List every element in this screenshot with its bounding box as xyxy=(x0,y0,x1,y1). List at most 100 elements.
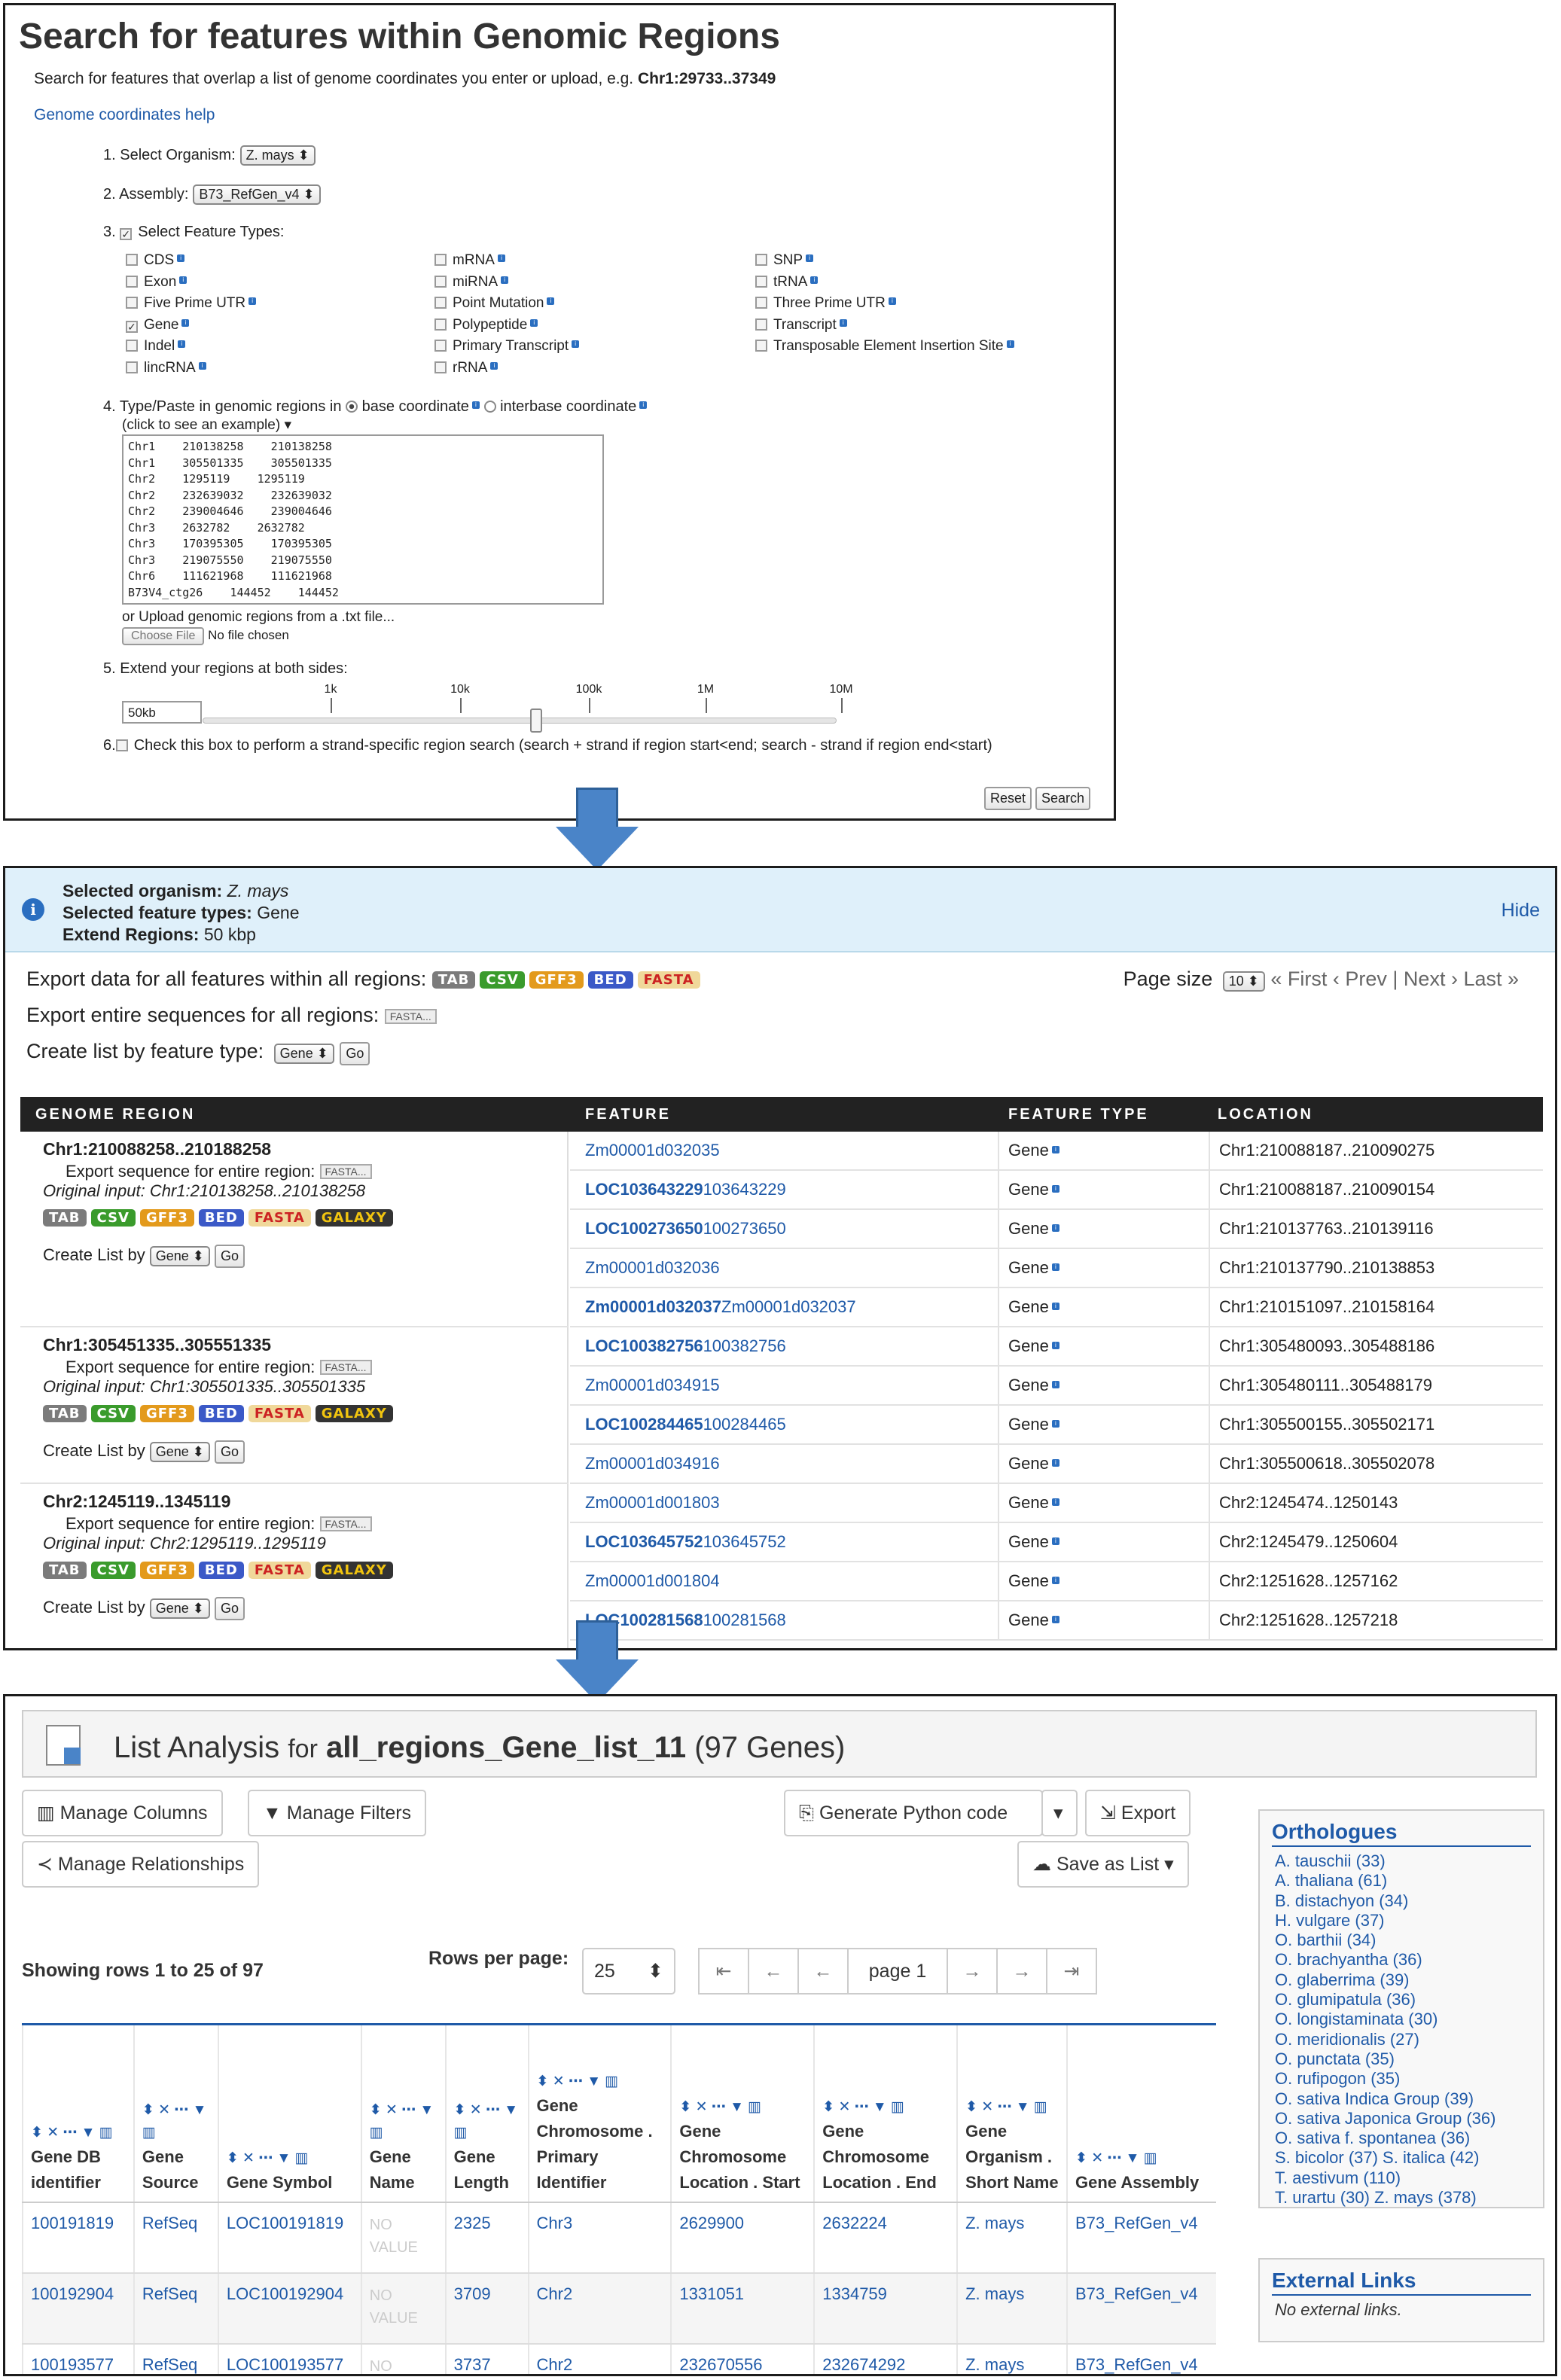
feature-link[interactable]: LOC100273650 100273650 xyxy=(585,1210,786,1248)
feature-type-polypeptide[interactable]: Polypeptide i xyxy=(434,317,538,334)
save-as-list-button[interactable]: ☁ Save as List ▾ xyxy=(1017,1841,1189,1888)
export-tab-button[interactable]: TAB xyxy=(431,971,476,989)
feature-type-mirna[interactable]: miRNA i xyxy=(434,274,509,291)
fasta-all-button[interactable]: FASTA... xyxy=(384,1009,437,1024)
table-cell[interactable]: B73_RefGen_v4 xyxy=(1066,2272,1216,2345)
slider-handle[interactable] xyxy=(530,709,542,733)
feature-link[interactable]: Zm00001d032037 Zm00001d032037 xyxy=(585,1288,856,1326)
info-icon[interactable]: i xyxy=(810,276,819,284)
feature-type-cds[interactable]: CDS i xyxy=(126,252,185,269)
feature-checkbox[interactable] xyxy=(126,297,138,309)
orthologue-link[interactable]: O. longistaminata (30) xyxy=(1275,2010,1528,2029)
go-button[interactable]: Go xyxy=(340,1042,370,1065)
orthologue-link[interactable]: O. sativa f. spontanea (36) xyxy=(1275,2129,1528,2148)
export-fasta-button[interactable]: FASTA xyxy=(248,1209,311,1227)
orthologue-link[interactable]: A. tauschii (33) xyxy=(1275,1851,1528,1871)
info-icon[interactable]: i xyxy=(1051,1498,1059,1506)
column-tools-icon[interactable]: ⬍ ✕ ⋯ ▼ ▥ xyxy=(965,2096,1059,2119)
column-tools-icon[interactable]: ⬍ ✕ ⋯ ▼ ▥ xyxy=(227,2147,353,2170)
col-feature[interactable]: FEATURE xyxy=(585,1097,671,1132)
info-icon[interactable]: i xyxy=(177,254,185,262)
export-galaxy-button[interactable]: GALAXY xyxy=(315,1209,393,1227)
prev-fast-button[interactable]: ← xyxy=(748,1948,799,1995)
feature-checkbox[interactable] xyxy=(434,361,447,373)
info-icon[interactable]: i xyxy=(501,276,509,284)
feature-checkbox[interactable] xyxy=(755,340,767,352)
orthologue-link[interactable]: B. distachyon (34) xyxy=(1275,1891,1528,1911)
feature-type-primary-transcript[interactable]: Primary Transcript i xyxy=(434,338,580,355)
feature-type-five-prime-utr[interactable]: Five Prime UTR i xyxy=(126,295,257,312)
extend-slider[interactable] xyxy=(203,718,837,724)
first-page-button[interactable]: ⇤ xyxy=(698,1948,749,1995)
generate-python-button[interactable]: ⎘ Generate Python code xyxy=(784,1790,1043,1836)
orthologue-link[interactable]: T. aestivum (110) xyxy=(1275,2168,1528,2188)
example-link[interactable]: (click to see an example) ▾ xyxy=(122,416,291,434)
feature-checkbox[interactable] xyxy=(755,254,767,266)
feature-type-snp[interactable]: SNP i xyxy=(755,252,814,269)
feature-link[interactable]: LOC103645752 103645752 xyxy=(585,1523,786,1561)
region-fasta-button[interactable]: FASTA... xyxy=(319,1360,372,1375)
info-icon[interactable]: i xyxy=(181,318,190,327)
table-cell[interactable]: 3737 xyxy=(444,2343,529,2374)
manage-filters-button[interactable]: ▼ Manage Filters xyxy=(248,1790,427,1836)
feature-type-transposable-element-insertion-site[interactable]: Transposable Element Insertion Site i xyxy=(755,338,1014,355)
search-button[interactable]: Search xyxy=(1035,787,1091,810)
table-cell[interactable]: 1334759 xyxy=(813,2272,958,2345)
col-location[interactable]: LOCATION xyxy=(1218,1097,1313,1132)
orthologue-link[interactable]: O. punctata (35) xyxy=(1275,2049,1528,2069)
column-tools-icon[interactable]: ⬍ ✕ ⋯ ▼ ▥ xyxy=(142,2099,210,2144)
export-tab-button[interactable]: TAB xyxy=(43,1562,87,1579)
info-icon[interactable]: i xyxy=(471,401,480,409)
info-icon[interactable]: i xyxy=(1051,1342,1059,1349)
export-galaxy-button[interactable]: GALAXY xyxy=(315,1405,393,1422)
col-feature-type[interactable]: FEATURE TYPE xyxy=(1008,1097,1149,1132)
feature-type-gene[interactable]: ✓ Gene i xyxy=(126,317,190,334)
column-tools-icon[interactable]: ⬍ ✕ ⋯ ▼ ▥ xyxy=(679,2096,806,2119)
column-header[interactable]: ⬍ ✕ ⋯ ▼ ▥ Gene Symbol xyxy=(217,2023,361,2203)
next-fast-button[interactable]: → xyxy=(996,1948,1047,1995)
orthologue-link[interactable]: O. sativa Japonica Group (36) xyxy=(1275,2109,1528,2129)
column-header[interactable]: ⬍ ✕ ⋯ ▼ ▥ Gene DB identifier xyxy=(22,2023,134,2203)
table-cell[interactable]: Chr2 xyxy=(527,2272,672,2345)
export-tab-button[interactable]: TAB xyxy=(43,1209,87,1227)
column-tools-icon[interactable]: ⬍ ✕ ⋯ ▼ ▥ xyxy=(1075,2147,1209,2170)
feature-checkbox[interactable] xyxy=(126,340,138,352)
table-cell[interactable]: RefSeq xyxy=(133,2272,218,2345)
manage-relationships-button[interactable]: ≺ Manage Relationships xyxy=(22,1841,260,1888)
orthologue-link[interactable]: O. rufipogon (35) xyxy=(1275,2069,1528,2089)
column-tools-icon[interactable]: ⬍ ✕ ⋯ ▼ ▥ xyxy=(31,2122,126,2144)
export-gff3-button[interactable]: GFF3 xyxy=(139,1562,194,1579)
region-fasta-button[interactable]: FASTA... xyxy=(319,1516,372,1531)
choose-file-button[interactable]: Choose File xyxy=(122,627,205,645)
table-cell[interactable]: RefSeq xyxy=(133,2343,218,2374)
region-list-type-select[interactable]: Gene ⬍ xyxy=(149,1442,210,1462)
reset-button[interactable]: Reset xyxy=(984,787,1032,810)
orthologue-link[interactable]: O. barthii (34) xyxy=(1275,1931,1528,1950)
info-icon[interactable]: i xyxy=(530,318,538,327)
info-icon[interactable]: i xyxy=(1051,1224,1059,1232)
info-icon[interactable]: i xyxy=(1051,1537,1059,1545)
export-button[interactable]: ⇲ Export xyxy=(1085,1790,1191,1836)
table-cell[interactable]: RefSeq xyxy=(133,2202,218,2274)
regions-textarea[interactable]: Chr1 210138258 210138258 Chr1 305501335 3… xyxy=(122,434,604,605)
column-header[interactable]: ⬍ ✕ ⋯ ▼ ▥ Gene Length xyxy=(444,2023,529,2203)
feature-checkbox[interactable] xyxy=(755,318,767,331)
rows-per-page-select[interactable]: 25 ⬍ xyxy=(582,1948,675,1995)
feature-link[interactable]: LOC100382756 100382756 xyxy=(585,1327,786,1365)
info-icon[interactable]: i xyxy=(1051,1381,1059,1388)
export-gff3-button[interactable]: GFF3 xyxy=(139,1405,194,1422)
feature-checkbox[interactable] xyxy=(434,254,447,266)
orthologue-link[interactable]: T. urartu (30) Z. mays (378) xyxy=(1275,2188,1528,2208)
column-tools-icon[interactable]: ⬍ ✕ ⋯ ▼ ▥ xyxy=(537,2071,663,2093)
table-cell[interactable]: B73_RefGen_v4 xyxy=(1066,2202,1216,2274)
column-header[interactable]: ⬍ ✕ ⋯ ▼ ▥ Gene Source xyxy=(133,2023,218,2203)
column-tools-icon[interactable]: ⬍ ✕ ⋯ ▼ ▥ xyxy=(370,2099,438,2144)
info-icon[interactable]: i xyxy=(178,340,186,348)
table-cell[interactable]: 100192904 xyxy=(22,2272,134,2345)
info-icon[interactable]: i xyxy=(1051,1263,1059,1271)
feature-checkbox[interactable] xyxy=(434,275,447,288)
column-tools-icon[interactable]: ⬍ ✕ ⋯ ▼ ▥ xyxy=(822,2096,949,2119)
table-cell[interactable]: 3709 xyxy=(444,2272,529,2345)
python-dropdown-toggle[interactable]: ▾ xyxy=(1041,1790,1078,1836)
table-cell[interactable]: LOC100193577 xyxy=(217,2343,361,2374)
